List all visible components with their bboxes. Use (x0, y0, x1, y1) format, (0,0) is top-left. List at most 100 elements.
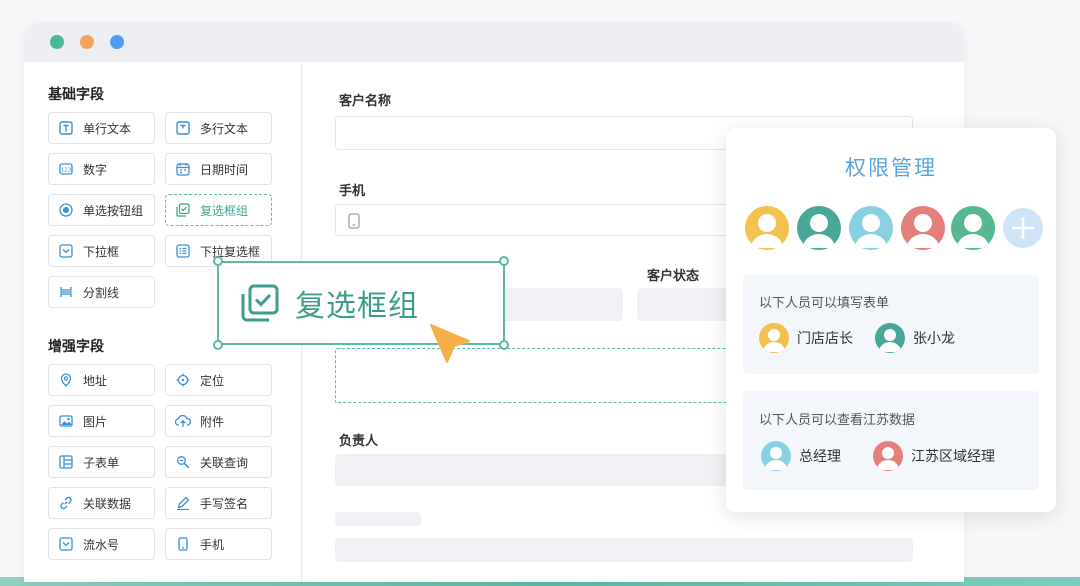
resize-handle[interactable] (213, 340, 223, 350)
title-bar (24, 22, 964, 62)
field-radio-group[interactable]: 单选按钮组 (48, 194, 155, 226)
field-checkbox-group[interactable]: 复选框组 (165, 194, 272, 226)
basic-fields-title: 基础字段 (48, 87, 104, 103)
placeholder-label (335, 512, 421, 526)
avatar (875, 323, 905, 353)
location-pin-icon (58, 372, 74, 388)
checkbox-icon (175, 202, 191, 218)
customer-name-label: 客户名称 (339, 94, 392, 109)
field-signature[interactable]: 手写签名 (165, 487, 272, 519)
avatar[interactable] (797, 206, 841, 250)
field-number[interactable]: 123 数字 (48, 153, 155, 185)
avatar[interactable] (849, 206, 893, 250)
radio-icon (58, 202, 74, 218)
serial-number-icon (58, 536, 74, 552)
window-dot-green[interactable] (50, 35, 64, 49)
person-name: 江苏区域经理 (911, 449, 995, 465)
view-caption: 以下人员可以查看江苏数据 (759, 413, 916, 428)
field-label: 关联查询 (200, 455, 249, 470)
subform-icon (58, 454, 74, 470)
person-name: 总经理 (799, 449, 841, 465)
customer-status-label: 客户状态 (647, 269, 700, 284)
avatar (873, 441, 903, 471)
placeholder-field[interactable] (503, 288, 623, 321)
field-label: 地址 (83, 373, 108, 388)
field-label: 数字 (83, 162, 108, 177)
field-linked-data[interactable]: 关联数据 (48, 487, 155, 519)
field-address[interactable]: 地址 (48, 364, 155, 396)
calendar-icon (175, 161, 191, 177)
field-attachment[interactable]: 附件 (165, 405, 272, 437)
image-icon (58, 413, 74, 429)
person-name: 门店店长 (797, 331, 853, 347)
avatar (759, 323, 789, 353)
drag-label: 复选框组 (295, 289, 419, 324)
resize-handle[interactable] (213, 256, 223, 266)
permission-panel: 权限管理 以下人员可以填写表单 门店店长 张小龙 以下人员可以查看江苏数据 总经… (726, 128, 1056, 512)
avatar[interactable] (951, 206, 995, 250)
person-item[interactable]: 江苏区域经理 (873, 441, 995, 471)
window-dot-orange[interactable] (80, 35, 94, 49)
multi-line-text-icon (175, 120, 191, 136)
upload-cloud-icon (175, 413, 191, 429)
view-permission-box: 以下人员可以查看江苏数据 总经理 江苏区域经理 (743, 391, 1039, 490)
phone-icon (175, 536, 191, 552)
field-subform[interactable]: 子表单 (48, 446, 155, 478)
field-dropdown[interactable]: 下拉框 (48, 235, 155, 267)
svg-text:123: 123 (61, 168, 72, 174)
field-label: 子表单 (83, 455, 120, 470)
field-multi-line-text[interactable]: 多行文本 (165, 112, 272, 144)
checkbox-icon (241, 284, 279, 322)
resize-handle[interactable] (499, 340, 509, 350)
single-line-text-icon (58, 120, 74, 136)
permission-title: 权限管理 (845, 156, 937, 180)
owner-label: 负责人 (339, 434, 379, 449)
field-linked-query[interactable]: 关联查询 (165, 446, 272, 478)
field-locate[interactable]: 定位 (165, 364, 272, 396)
field-label: 单行文本 (83, 121, 132, 136)
field-single-line-text[interactable]: 单行文本 (48, 112, 155, 144)
crosshair-icon (175, 372, 191, 388)
phone-icon (347, 213, 361, 233)
field-serial-number[interactable]: 流水号 (48, 528, 155, 560)
person-item[interactable]: 门店店长 (759, 323, 853, 353)
field-label: 附件 (200, 414, 225, 429)
field-label: 手机 (200, 537, 225, 552)
avatar (761, 441, 791, 471)
field-label: 流水号 (83, 537, 120, 552)
field-date-time[interactable]: 日期时间 (165, 153, 272, 185)
field-label: 下拉框 (83, 244, 120, 259)
person-item[interactable]: 张小龙 (875, 323, 955, 353)
person-name: 张小龙 (913, 331, 955, 347)
field-label: 多行文本 (200, 121, 249, 136)
resize-handle[interactable] (499, 256, 509, 266)
window-dot-blue[interactable] (110, 35, 124, 49)
number-icon: 123 (58, 161, 74, 177)
person-item[interactable]: 总经理 (761, 441, 841, 471)
fill-permission-box: 以下人员可以填写表单 门店店长 张小龙 (743, 275, 1039, 374)
field-label: 手写签名 (200, 496, 249, 511)
linked-data-icon (58, 495, 74, 511)
field-image[interactable]: 图片 (48, 405, 155, 437)
phone-label: 手机 (339, 184, 366, 199)
fill-caption: 以下人员可以填写表单 (759, 296, 890, 311)
field-label: 日期时间 (200, 162, 249, 177)
placeholder-input[interactable] (335, 538, 913, 562)
field-phone[interactable]: 手机 (165, 528, 272, 560)
divider-icon (58, 284, 74, 300)
advanced-fields-title: 增强字段 (48, 339, 104, 355)
field-label: 关联数据 (83, 496, 132, 511)
field-label: 图片 (83, 414, 108, 429)
field-label: 下拉复选框 (200, 244, 261, 259)
field-label: 分割线 (83, 285, 120, 300)
add-member-button[interactable] (1003, 208, 1043, 248)
dropdown-icon (58, 243, 74, 259)
cursor-icon (428, 322, 472, 372)
plus-icon (1003, 208, 1043, 248)
field-divider[interactable]: 分割线 (48, 276, 155, 308)
avatar[interactable] (745, 206, 789, 250)
field-label: 单选按钮组 (83, 203, 144, 218)
avatar[interactable] (901, 206, 945, 250)
field-label: 复选框组 (200, 203, 249, 218)
linked-query-icon (175, 454, 191, 470)
